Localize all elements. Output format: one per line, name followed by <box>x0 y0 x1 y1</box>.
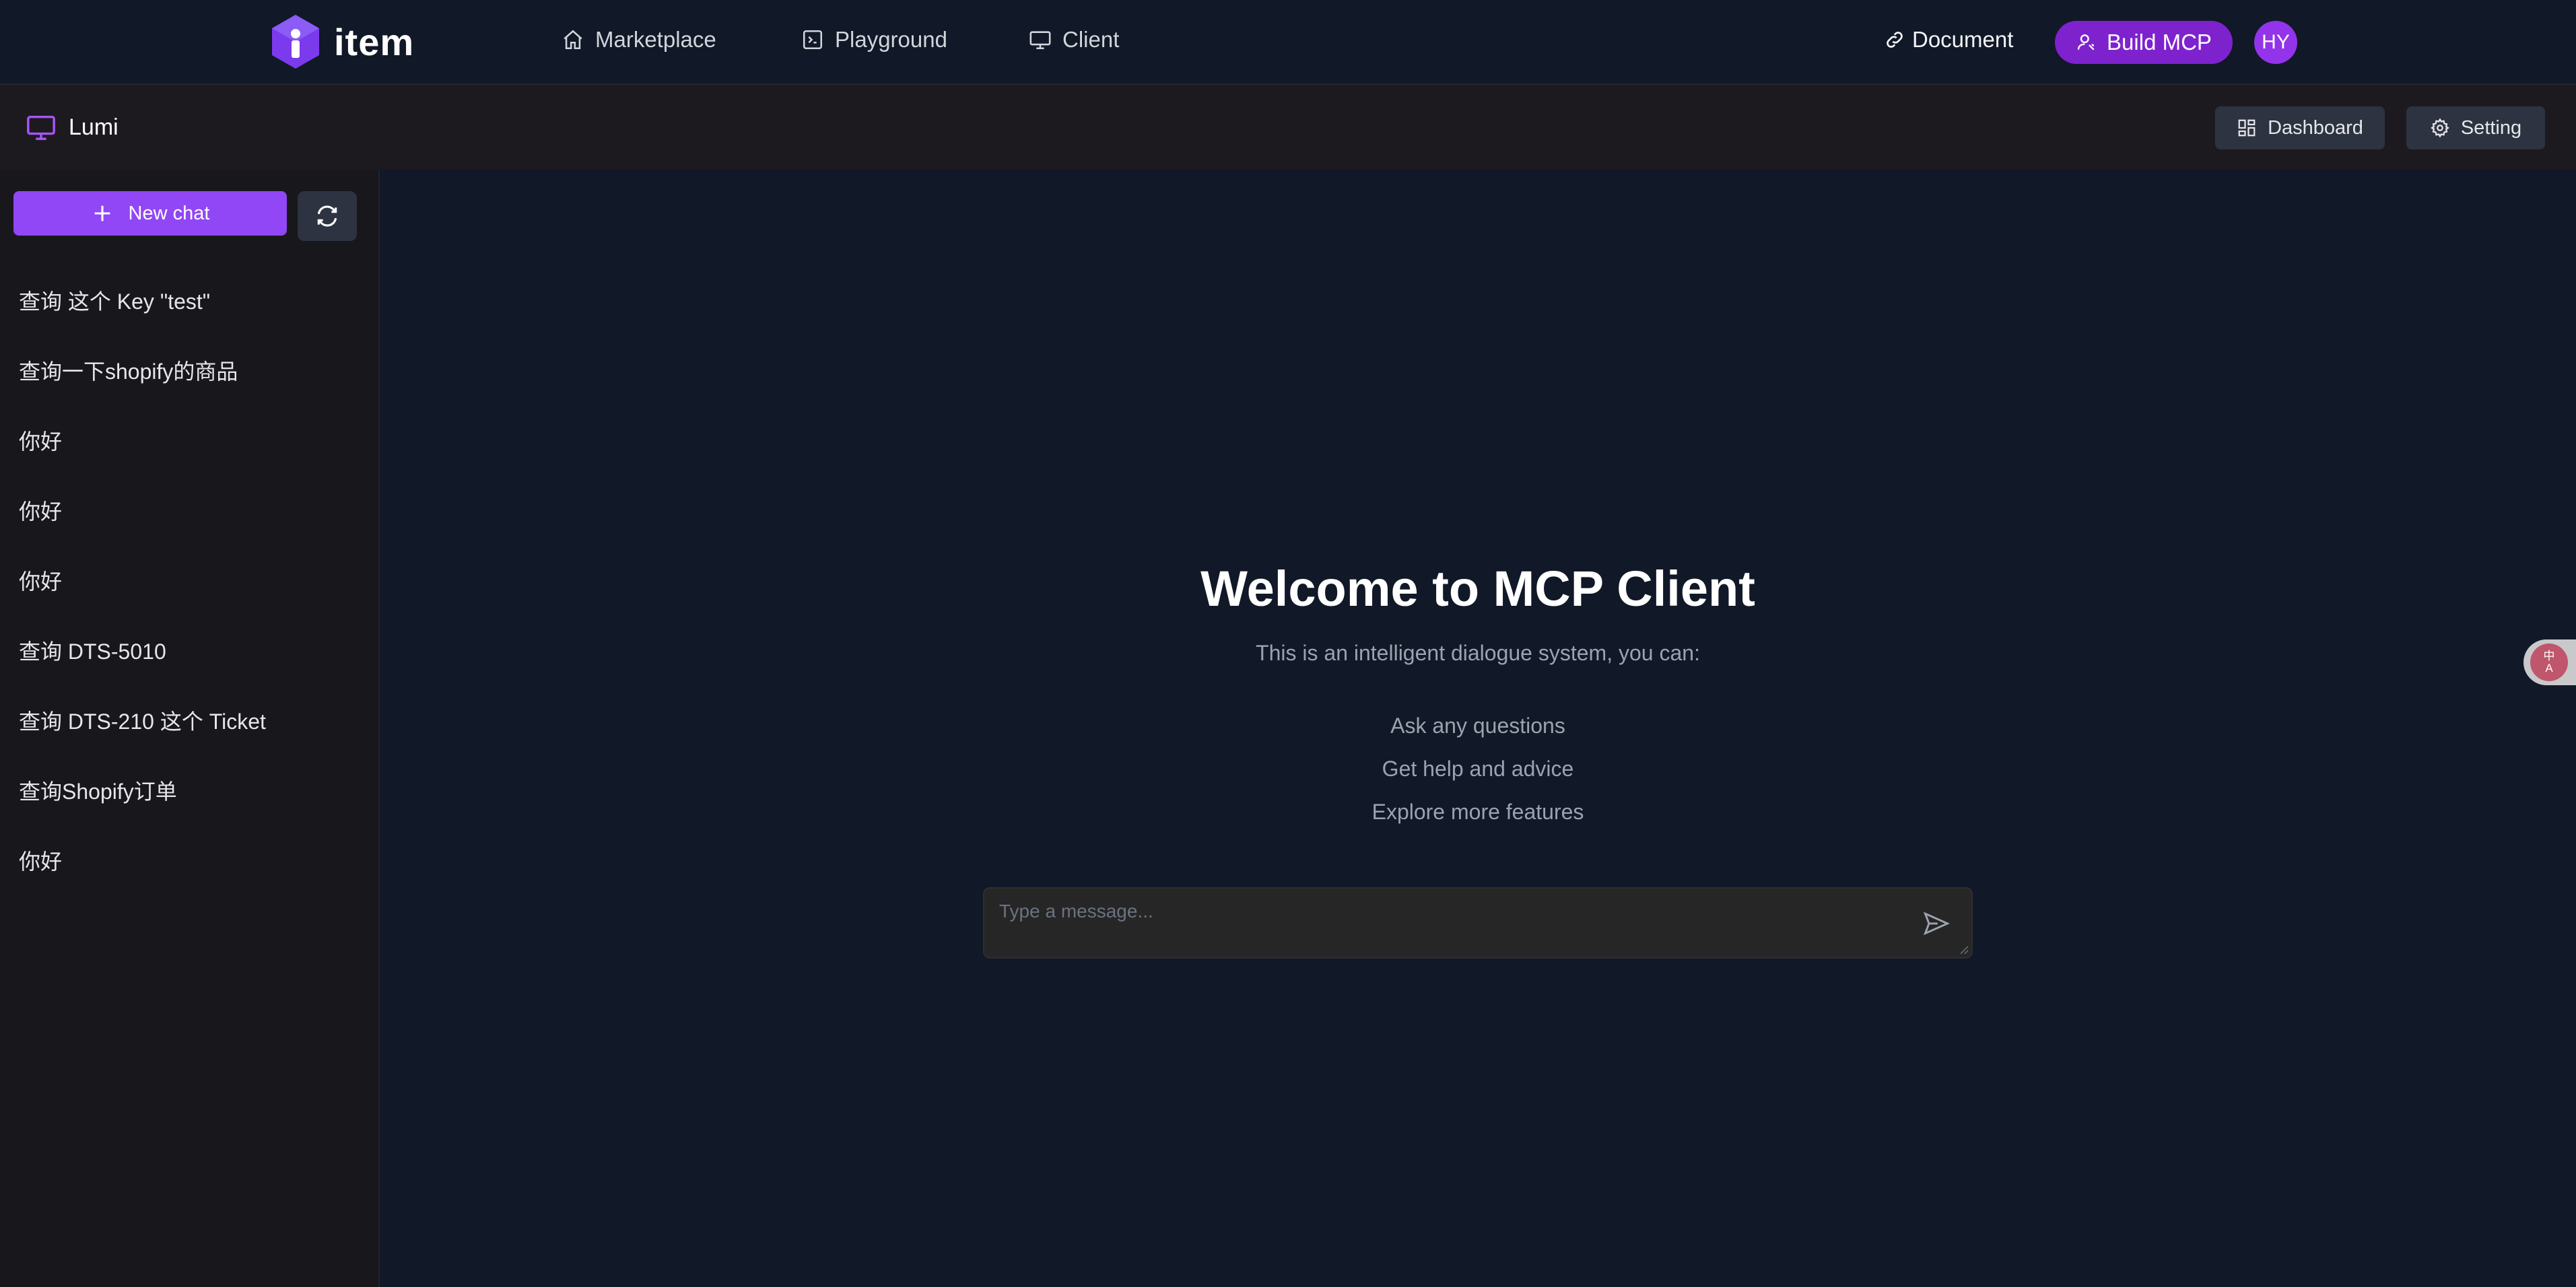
user-avatar[interactable]: HY <box>2254 21 2297 64</box>
chat-history-item[interactable]: 你好 <box>0 477 377 547</box>
chat-history-item[interactable]: 查询 DTS-210 这个 Ticket <box>0 687 377 757</box>
terminal-icon <box>803 30 823 50</box>
build-mcp-button[interactable]: Build MCP <box>2055 21 2233 64</box>
chat-history-item[interactable]: 查询一下shopify的商品 <box>0 337 377 407</box>
nav-playground[interactable]: Playground <box>801 27 947 53</box>
chat-history-list: 查询 这个 Key "test" 查询一下shopify的商品 你好 你好 你好… <box>0 267 377 897</box>
dashboard-button[interactable]: Dashboard <box>2215 106 2385 149</box>
user-build-icon <box>2077 34 2095 50</box>
welcome-title: Welcome to MCP Client <box>1200 561 1755 617</box>
translate-widget[interactable]: 中A <box>2523 639 2576 685</box>
dashboard-icon <box>2238 119 2256 137</box>
monitor-icon <box>27 115 55 140</box>
link-icon <box>1887 32 1903 48</box>
dashboard-label: Dashboard <box>2268 116 2363 139</box>
hexagon-logo-icon <box>272 15 319 69</box>
app-name: Lumi <box>69 114 118 140</box>
nav-client-label: Client <box>1062 27 1120 52</box>
feature-item: Explore more features <box>1371 800 1584 824</box>
resize-handle-icon[interactable] <box>1958 944 1969 954</box>
chat-history-item[interactable]: 查询Shopify订单 <box>0 757 377 827</box>
new-chat-label: New chat <box>128 202 210 224</box>
nav-client[interactable]: Client <box>1029 27 1119 53</box>
chat-history-item[interactable]: 查询 这个 Key "test" <box>0 267 377 337</box>
setting-label: Setting <box>2460 116 2522 139</box>
top-navigation: item Marketplace Playground Client Docum… <box>0 0 2576 85</box>
monitor-icon <box>1029 31 1051 50</box>
build-mcp-label: Build MCP <box>2107 30 2212 55</box>
chat-history-item[interactable]: 你好 <box>0 827 377 897</box>
feature-item: Get help and advice <box>1382 757 1574 781</box>
nav-playground-label: Playground <box>835 27 947 52</box>
new-chat-button[interactable]: New chat <box>13 191 287 236</box>
refresh-icon <box>317 205 337 227</box>
brand-name: item <box>334 20 415 63</box>
welcome-subtitle: This is an intelligent dialogue system, … <box>1256 641 1700 665</box>
chat-history-item[interactable]: 你好 <box>0 547 377 617</box>
refresh-button[interactable] <box>298 191 357 241</box>
feature-item: Ask any questions <box>1390 714 1565 738</box>
setting-button[interactable]: Setting <box>2406 106 2545 149</box>
message-input[interactable] <box>984 889 1900 957</box>
nav-marketplace[interactable]: Marketplace <box>562 27 716 53</box>
app-header: Lumi Dashboard Setting <box>0 85 2576 170</box>
home-icon <box>564 30 582 50</box>
message-composer <box>983 887 1973 959</box>
nav-marketplace-label: Marketplace <box>595 27 716 52</box>
send-icon[interactable] <box>1922 909 1951 938</box>
document-link[interactable]: Document <box>1884 27 2013 53</box>
chat-sidebar: New chat 查询 这个 Key "test" 查询一下shopify的商品… <box>0 170 380 1287</box>
app-title: Lumi <box>26 112 118 143</box>
chat-history-item[interactable]: 你好 <box>0 407 377 477</box>
document-label: Document <box>1912 27 2014 52</box>
translate-icon: 中A <box>2530 644 2568 681</box>
plus-icon <box>94 205 110 221</box>
brand-logo[interactable]: item <box>271 13 414 70</box>
gear-icon <box>2430 118 2449 138</box>
feature-list: Ask any questions Get help and advice Ex… <box>380 704 2576 833</box>
chat-history-item[interactable]: 查询 DTS-5010 <box>0 617 377 687</box>
